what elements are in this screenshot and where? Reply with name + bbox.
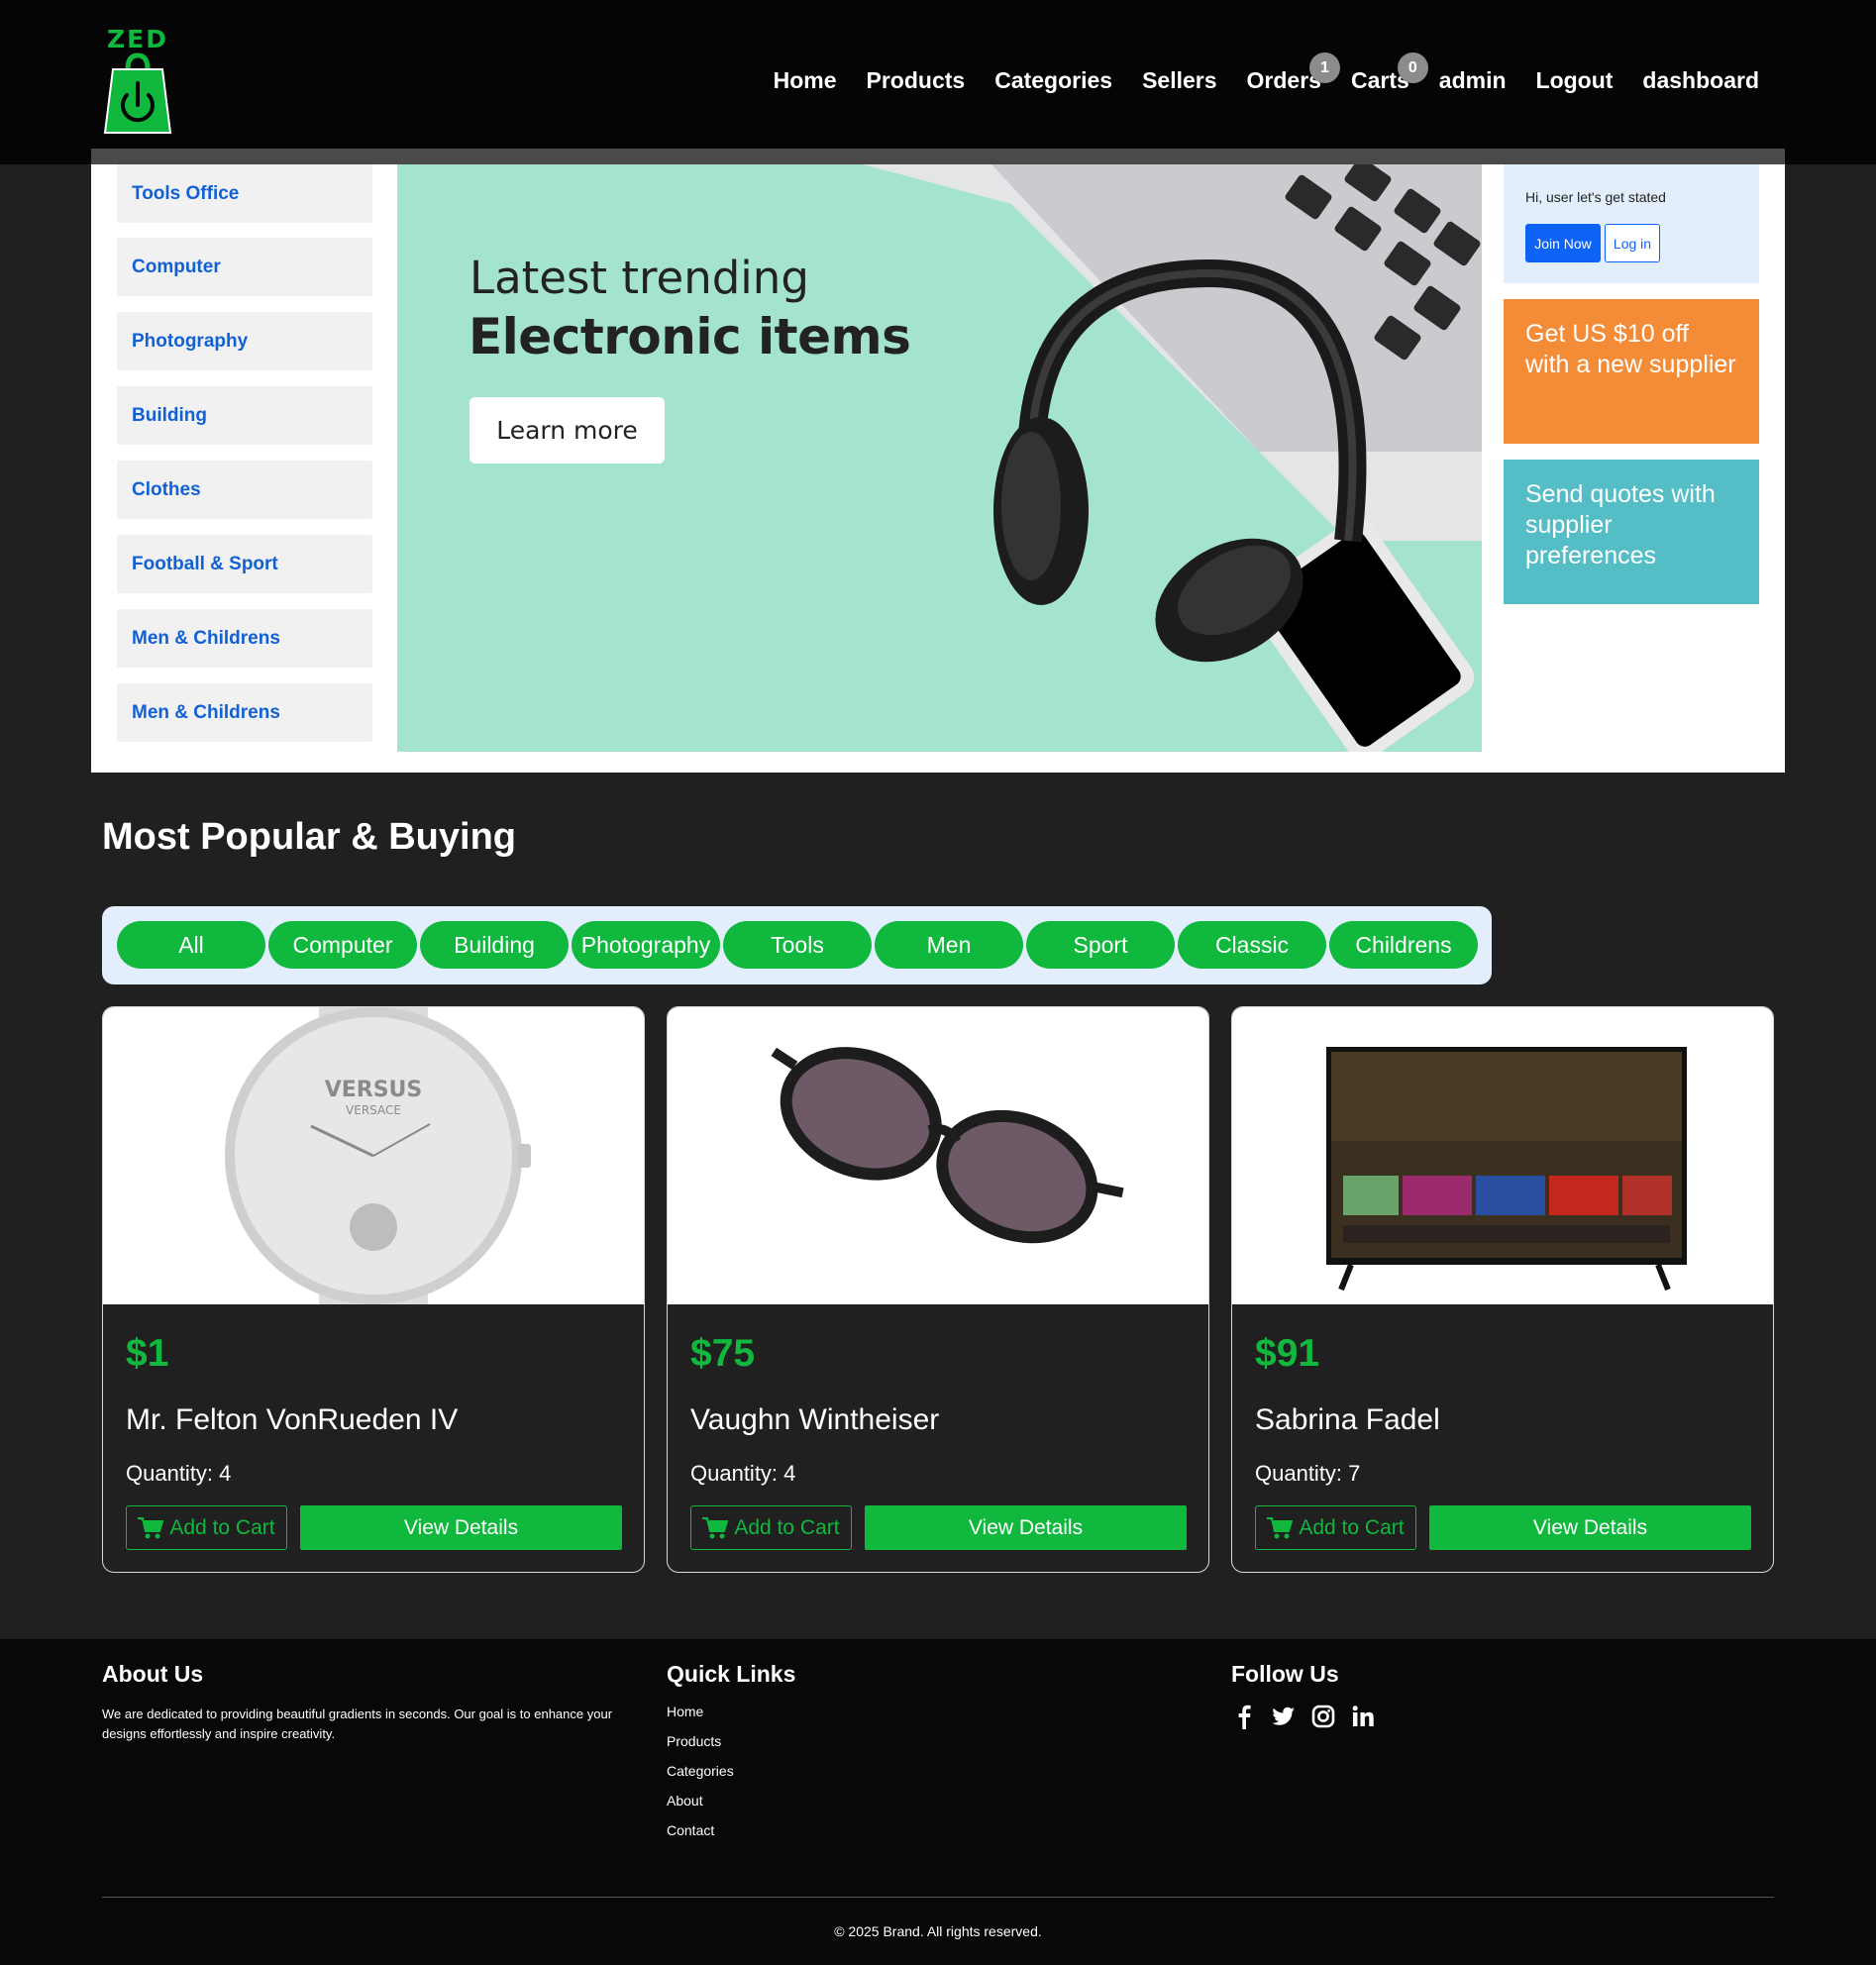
about-text: We are dedicated to providing beautiful … <box>102 1706 613 1741</box>
section-title: Most Popular & Buying <box>102 816 516 858</box>
category-photography[interactable]: Photography <box>117 312 372 370</box>
carts-count-badge: 0 <box>1397 52 1428 83</box>
learn-more-button[interactable]: Learn more <box>469 397 665 464</box>
hero-top-shadow <box>91 149 1785 164</box>
linkedin-icon[interactable] <box>1350 1704 1376 1729</box>
cart-icon <box>702 1516 729 1538</box>
product-image[interactable] <box>668 1007 1208 1304</box>
top-navbar: ZED Home Products Categories Sellers Ord… <box>0 0 1876 164</box>
sunglasses-image <box>771 1047 1124 1244</box>
facebook-icon[interactable] <box>1231 1704 1257 1729</box>
hero-banner: Latest trending Electronic items Learn m… <box>397 164 1482 752</box>
add-to-cart-label: Add to Cart <box>734 1515 840 1539</box>
greeting-text: Hi, user let's get stated <box>1525 189 1666 205</box>
filter-men[interactable]: Men <box>875 921 1023 969</box>
twitter-icon[interactable] <box>1271 1704 1297 1729</box>
filter-building[interactable]: Building <box>420 921 569 969</box>
view-details-button[interactable]: View Details <box>300 1505 622 1550</box>
product-quantity: Quantity: 7 <box>1255 1461 1361 1486</box>
footer-link-categories[interactable]: Categories <box>667 1763 734 1779</box>
product-card: $91 Sabrina Fadel Quantity: 7 Add to Car… <box>1231 1006 1774 1573</box>
login-button[interactable]: Log in <box>1605 224 1660 262</box>
cart-icon <box>1267 1516 1294 1538</box>
footer-link-home[interactable]: Home <box>667 1704 703 1719</box>
svg-text:VERSUS: VERSUS <box>325 1078 423 1102</box>
nav-sellers[interactable]: Sellers <box>1142 65 1216 95</box>
site-footer: About Us We are dedicated to providing b… <box>0 1639 1876 1965</box>
nav-categories[interactable]: Categories <box>994 65 1112 95</box>
nav-logout[interactable]: Logout <box>1536 65 1614 95</box>
quick-links-heading: Quick Links <box>667 1661 796 1687</box>
footer-link-contact[interactable]: Contact <box>667 1822 714 1838</box>
nav-home[interactable]: Home <box>774 65 837 95</box>
product-card: VERSUS VERSACE $1 Mr. Felton VonRueden I… <box>102 1006 645 1573</box>
brand-logo[interactable]: ZED <box>101 26 174 137</box>
product-price: $1 <box>126 1332 169 1375</box>
product-quantity: Quantity: 4 <box>126 1461 232 1486</box>
product-name: Vaughn Wintheiser <box>690 1403 940 1436</box>
view-details-button[interactable]: View Details <box>1429 1505 1751 1550</box>
product-quantity: Quantity: 4 <box>690 1461 796 1486</box>
product-card: $75 Vaughn Wintheiser Quantity: 4 Add to… <box>667 1006 1209 1573</box>
category-clothes[interactable]: Clothes <box>117 461 372 519</box>
category-football-sport[interactable]: Football & Sport <box>117 535 372 593</box>
product-image[interactable] <box>1232 1007 1773 1304</box>
product-name: Sabrina Fadel <box>1255 1403 1440 1436</box>
footer-link-about[interactable]: About <box>667 1793 703 1809</box>
instagram-icon[interactable] <box>1310 1704 1336 1729</box>
footer-divider <box>102 1897 1774 1898</box>
svg-text:VERSACE: VERSACE <box>346 1103 401 1117</box>
filter-tools[interactable]: Tools <box>723 921 872 969</box>
filter-childrens[interactable]: Childrens <box>1329 921 1478 969</box>
join-now-button[interactable]: Join Now <box>1525 224 1601 262</box>
add-to-cart-button[interactable]: Add to Cart <box>126 1505 287 1550</box>
follow-heading: Follow Us <box>1231 1661 1339 1687</box>
filter-computer[interactable]: Computer <box>268 921 417 969</box>
nav-products[interactable]: Products <box>867 65 966 95</box>
nav-carts[interactable]: Carts 0 <box>1351 52 1428 95</box>
category-tools-office[interactable]: Tools Office <box>117 164 372 223</box>
greeting-box: Hi, user let's get stated Join Now Log i… <box>1504 164 1759 283</box>
product-name: Mr. Felton VonRueden IV <box>126 1403 459 1436</box>
copyright-text: © 2025 Brand. All rights reserved. <box>834 1923 1042 1939</box>
product-price: $91 <box>1255 1332 1320 1375</box>
orders-count-badge: 1 <box>1308 52 1340 83</box>
filter-all[interactable]: All <box>117 921 265 969</box>
product-price: $75 <box>690 1332 756 1375</box>
cart-icon <box>138 1516 164 1538</box>
filter-sport[interactable]: Sport <box>1026 921 1175 969</box>
category-men-childrens[interactable]: Men & Childrens <box>117 609 372 668</box>
filter-photography[interactable]: Photography <box>572 921 720 969</box>
tv-image <box>1326 1047 1687 1292</box>
add-to-cart-button[interactable]: Add to Cart <box>690 1505 852 1550</box>
nav-dashboard[interactable]: dashboard <box>1642 65 1759 95</box>
view-details-button[interactable]: View Details <box>865 1505 1187 1550</box>
about-heading: About Us <box>102 1661 204 1687</box>
add-to-cart-label: Add to Cart <box>169 1515 275 1539</box>
category-men-childrens-2[interactable]: Men & Childrens <box>117 683 372 742</box>
main-nav: Home Products Categories Sellers Orders 1… <box>744 52 1759 95</box>
category-computer[interactable]: Computer <box>117 238 372 296</box>
power-bag-icon <box>103 52 172 134</box>
promo-quotes-card[interactable]: Send quotes with supplier preferences <box>1504 460 1759 604</box>
banner-subtitle: Latest trending <box>469 252 809 304</box>
nav-orders[interactable]: Orders 1 <box>1247 52 1340 95</box>
nav-admin[interactable]: admin <box>1439 65 1507 95</box>
footer-link-products[interactable]: Products <box>667 1733 721 1749</box>
category-filter-bar: All Computer Building Photography Tools … <box>102 906 1492 984</box>
watch-image: VERSUS VERSACE <box>225 1007 531 1304</box>
category-building[interactable]: Building <box>117 386 372 445</box>
filter-classic[interactable]: Classic <box>1178 921 1326 969</box>
add-to-cart-label: Add to Cart <box>1299 1515 1405 1539</box>
add-to-cart-button[interactable]: Add to Cart <box>1255 1505 1416 1550</box>
social-links <box>1231 1704 1376 1729</box>
banner-title: Electronic items <box>469 308 911 365</box>
promo-discount-card[interactable]: Get US $10 off with a new supplier <box>1504 299 1759 444</box>
product-image[interactable]: VERSUS VERSACE <box>103 1007 644 1304</box>
